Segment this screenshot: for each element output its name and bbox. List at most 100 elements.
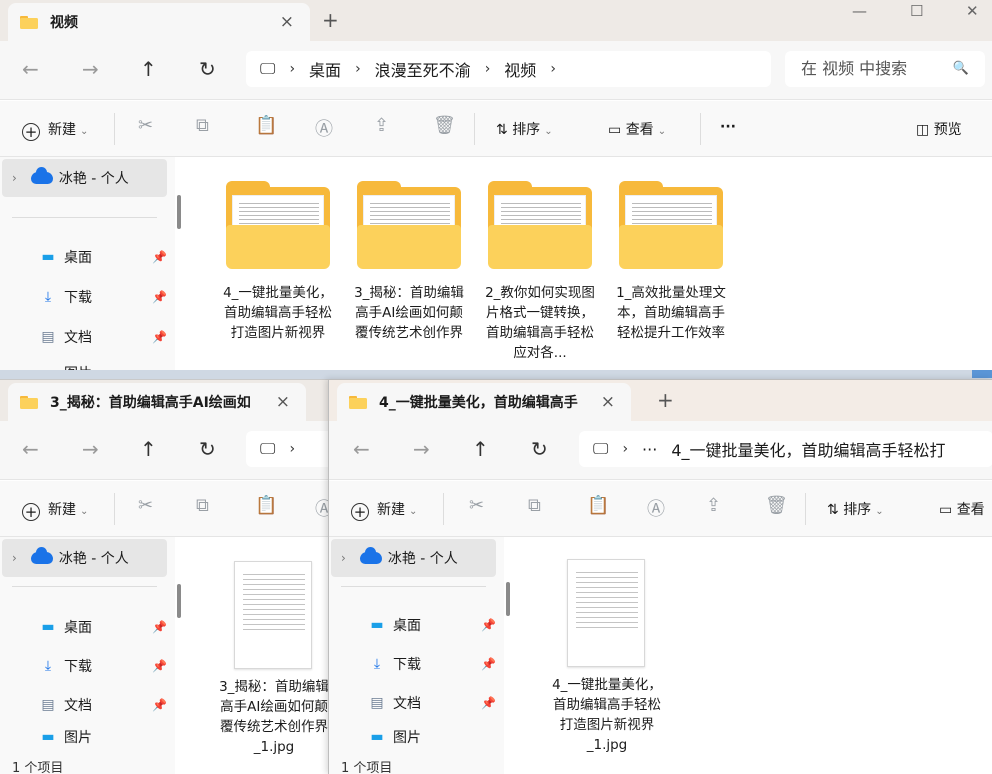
sort-button[interactable]: ⇅ 排序 ⌄ xyxy=(827,499,884,519)
sidebar-item-documents[interactable]: ▤ 文档 xyxy=(38,695,92,715)
new-tab-button[interactable]: + xyxy=(657,388,674,412)
minimize-icon[interactable]: — xyxy=(852,2,867,20)
breadcrumb-desktop[interactable]: 桌面 xyxy=(309,57,341,81)
up-arrow-icon[interactable]: ↑ xyxy=(140,437,157,461)
pin-icon[interactable]: 📌 xyxy=(152,250,167,264)
close-window-icon[interactable]: ✕ xyxy=(966,2,979,20)
command-bar: + 新建 ⌄ ✂ ⧉ 📋 Ⓐ ⇪ 🗑 ⇅ 排序 ⌄ ▭ 查看 ⌄ ··· ◫ 预览 xyxy=(0,101,992,157)
up-arrow-icon[interactable]: ↑ xyxy=(472,437,489,461)
address-bar[interactable]: 🖵 › ··· 4_一键批量美化，首助编辑高手轻松打 xyxy=(579,431,992,467)
breadcrumb-folder[interactable]: 浪漫至死不渝 xyxy=(375,57,471,81)
new-button[interactable]: + 新建 ⌄ xyxy=(22,499,88,521)
chevron-right-icon: › xyxy=(355,61,361,77)
preview-button[interactable]: ◫ 预览 xyxy=(916,119,962,139)
view-button[interactable]: ▭ 查看 xyxy=(939,499,985,519)
sidebar-item-pictures[interactable]: ▬ 图片 xyxy=(38,727,92,747)
sidebar-scrollbar[interactable] xyxy=(177,195,181,229)
copy-icon[interactable]: ⧉ xyxy=(196,495,209,516)
sidebar-item-downloads[interactable]: ⤓ 下载 xyxy=(38,287,92,307)
copy-icon[interactable]: ⧉ xyxy=(528,495,541,516)
sidebar-item-label: 桌面 xyxy=(393,618,421,634)
sidebar-item-downloads[interactable]: ⤓ 下载 xyxy=(367,654,421,674)
view-button[interactable]: ▭ 查看 ⌄ xyxy=(608,119,666,139)
pin-icon[interactable]: 📌 xyxy=(152,698,167,712)
pin-icon[interactable]: 📌 xyxy=(481,618,496,632)
back-arrow-icon[interactable]: ← xyxy=(353,437,370,461)
sidebar-item-onedrive[interactable]: › 冰艳 - 个人 xyxy=(2,539,167,577)
sidebar-item-desktop[interactable]: ▬ 桌面 xyxy=(367,615,421,635)
sidebar-item-desktop[interactable]: ▬ 桌面 xyxy=(38,617,92,637)
sidebar-item-pictures[interactable]: ▬ 图片 xyxy=(367,727,421,747)
close-tab-icon[interactable]: × xyxy=(280,12,294,32)
new-tab-button[interactable]: + xyxy=(322,8,339,32)
refresh-icon[interactable]: ↻ xyxy=(199,57,216,81)
address-bar[interactable]: 🖵 › 桌面 › 浪漫至死不渝 › 视频 › xyxy=(246,51,771,87)
share-icon[interactable]: ⇪ xyxy=(374,115,389,136)
close-tab-icon[interactable]: × xyxy=(601,392,615,412)
cut-icon[interactable]: ✂ xyxy=(469,495,484,516)
pin-icon[interactable]: 📌 xyxy=(481,657,496,671)
sort-icon: ⇅ xyxy=(827,502,839,518)
back-arrow-icon[interactable]: ← xyxy=(22,437,39,461)
file-name[interactable]: 4_一键批量美化，首助编辑高手轻松打造图片新视界_1.jpg xyxy=(549,675,665,755)
chevron-right-icon: › xyxy=(341,551,346,565)
tab-ai-painting[interactable]: 3_揭秘：首助编辑高手AI绘画如 × xyxy=(8,383,306,421)
forward-arrow-icon[interactable]: → xyxy=(413,437,430,461)
breadcrumb-current[interactable]: 4_一键批量美化，首助编辑高手轻松打 xyxy=(671,437,945,461)
back-arrow-icon[interactable]: ← xyxy=(22,57,39,81)
sidebar-item-documents[interactable]: ▤ 文档 xyxy=(367,693,421,713)
new-button[interactable]: + 新建 ⌄ xyxy=(22,119,88,141)
sidebar-scrollbar[interactable] xyxy=(506,582,510,616)
sidebar-scrollbar[interactable] xyxy=(177,584,181,618)
explorer-window-videos: 视频 × + — ☐ ✕ ← → ↑ ↻ 🖵 › 桌面 › 浪漫至死不渝 › 视… xyxy=(0,0,992,370)
folder-item[interactable]: 3_揭秘：首助编辑高手AI绘画如何颠覆传统艺术创作界 xyxy=(353,181,465,343)
sidebar-item-desktop[interactable]: ▬ 桌面 xyxy=(38,247,92,267)
pin-icon[interactable]: 📌 xyxy=(152,330,167,344)
address-bar[interactable]: 🖵 › xyxy=(246,431,335,467)
sidebar-item-onedrive[interactable]: › 冰艳 - 个人 xyxy=(2,159,167,197)
sidebar-item-label: 图片 xyxy=(64,730,92,746)
sidebar-item-downloads[interactable]: ⤓ 下载 xyxy=(38,656,92,676)
image-thumbnail[interactable] xyxy=(234,561,312,669)
delete-icon[interactable]: 🗑 xyxy=(765,495,788,516)
folder-item[interactable]: 2_教你如何实现图片格式一键转换，首助编辑高手轻松应对各... xyxy=(484,181,596,363)
plus-icon: + xyxy=(351,503,369,521)
sidebar-item-pictures[interactable]: ▬ 图片 xyxy=(38,363,92,370)
search-input[interactable]: 在 视频 中搜索 🔍 xyxy=(785,51,985,87)
share-icon[interactable]: ⇪ xyxy=(706,495,721,516)
rename-icon[interactable]: Ⓐ xyxy=(647,495,665,521)
image-thumbnail[interactable] xyxy=(567,559,645,667)
cut-icon[interactable]: ✂ xyxy=(138,495,153,516)
cut-icon[interactable]: ✂ xyxy=(138,115,153,136)
refresh-icon[interactable]: ↻ xyxy=(531,437,548,461)
tab-beautify[interactable]: 4_一键批量美化，首助编辑高手 × xyxy=(337,383,631,421)
more-options-button[interactable]: ··· xyxy=(720,119,736,135)
chevron-right-icon: › xyxy=(289,441,296,457)
pin-icon[interactable]: 📌 xyxy=(152,659,167,673)
folder-item[interactable]: 1_高效批量处理文本，首助编辑高手轻松提升工作效率 xyxy=(615,181,727,343)
close-tab-icon[interactable]: × xyxy=(276,392,290,412)
pin-icon[interactable]: 📌 xyxy=(152,290,167,304)
maximize-icon[interactable]: ☐ xyxy=(910,2,923,20)
new-button[interactable]: + 新建 ⌄ xyxy=(351,499,417,521)
sidebar-item-documents[interactable]: ▤ 文档 xyxy=(38,327,92,347)
tab-videos[interactable]: 视频 × xyxy=(8,3,310,41)
refresh-icon[interactable]: ↻ xyxy=(199,437,216,461)
pin-icon[interactable]: 📌 xyxy=(152,620,167,634)
folder-item[interactable]: 4_一键批量美化，首助编辑高手轻松打造图片新视界 xyxy=(222,181,334,343)
forward-arrow-icon[interactable]: → xyxy=(82,57,99,81)
sidebar-item-onedrive[interactable]: › 冰艳 - 个人 xyxy=(331,539,496,577)
delete-icon[interactable]: 🗑 xyxy=(433,115,456,136)
paste-icon[interactable]: 📋 xyxy=(255,115,277,136)
paste-icon[interactable]: 📋 xyxy=(255,495,277,516)
breadcrumb-ellipsis[interactable]: ··· xyxy=(642,440,657,459)
up-arrow-icon[interactable]: ↑ xyxy=(140,57,157,81)
pin-icon[interactable]: 📌 xyxy=(481,696,496,710)
copy-icon[interactable]: ⧉ xyxy=(196,115,209,136)
paste-icon[interactable]: 📋 xyxy=(587,495,609,516)
forward-arrow-icon[interactable]: → xyxy=(82,437,99,461)
file-name[interactable]: 3_揭秘：首助编辑高手AI绘画如何颠覆传统艺术创作界_1.jpg xyxy=(216,677,332,757)
sort-button[interactable]: ⇅ 排序 ⌄ xyxy=(496,119,553,139)
rename-icon[interactable]: Ⓐ xyxy=(315,115,333,141)
breadcrumb-videos[interactable]: 视频 xyxy=(504,57,536,81)
